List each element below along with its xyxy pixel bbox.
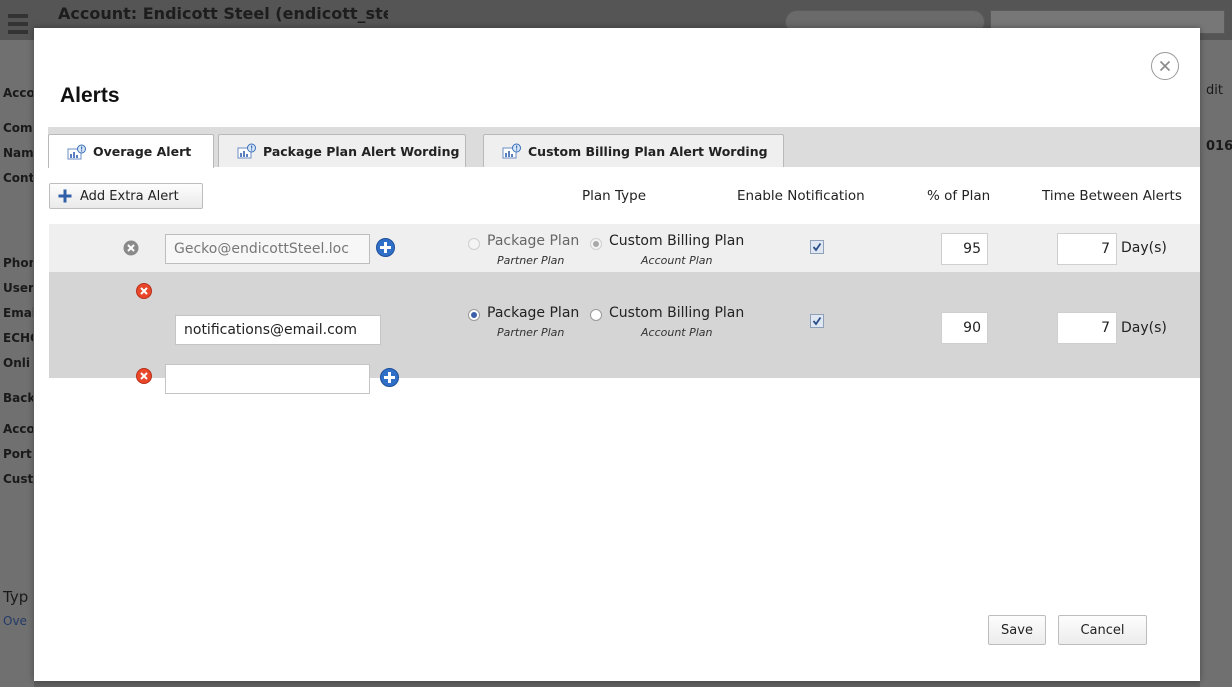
background-label: Onli (3, 356, 30, 370)
radio-label-custom-billing-plan: Custom Billing Plan (609, 305, 745, 321)
checkmark-icon (812, 316, 822, 326)
tab-package-plan-alert-wording[interactable]: Package Plan Alert Wording (218, 134, 466, 167)
delete-disabled-icon[interactable] (123, 240, 139, 256)
alert-chart-icon (237, 143, 256, 159)
background-label: Nam (3, 146, 33, 160)
alert-row: Package Plan Partner Plan Custom Billing… (49, 224, 1200, 272)
background-label: Cust (3, 472, 33, 486)
days-unit-label: Day(s) (1121, 320, 1167, 336)
delete-icon[interactable] (136, 283, 152, 299)
sub-label-account-plan: Account Plan (641, 254, 713, 267)
percent-of-plan-input[interactable] (941, 233, 988, 265)
email-input[interactable] (165, 234, 370, 264)
tab-overage-alert[interactable]: Overage Alert (48, 134, 214, 168)
radio-package-plan[interactable] (468, 238, 480, 250)
column-header-enable-notification: Enable Notification (737, 188, 865, 204)
close-icon[interactable] (1151, 52, 1179, 80)
add-circle-icon[interactable] (380, 368, 399, 387)
background-label: Ove (3, 614, 27, 628)
radio-label-package-plan: Package Plan (487, 305, 580, 321)
enable-notification-checkbox[interactable] (810, 240, 824, 254)
enable-notification-checkbox[interactable] (810, 314, 824, 328)
radio-package-plan[interactable] (468, 309, 480, 321)
background-account-title: Account: Endicott Steel (endicott_steel) (58, 4, 388, 23)
modal-title: Alerts (60, 84, 120, 107)
background-label: Acco (3, 86, 33, 100)
column-header-percent-of-plan: % of Plan (927, 188, 991, 204)
tab-label: Custom Billing Plan Alert Wording (528, 143, 768, 159)
column-header-time-between-alerts: Time Between Alerts (1042, 188, 1182, 204)
background-edit-link: dit (1206, 83, 1223, 98)
save-button[interactable]: Save (988, 615, 1046, 645)
column-header-plan-type: Plan Type (582, 188, 647, 204)
sub-label-partner-plan: Partner Plan (497, 326, 565, 339)
email-input[interactable] (175, 315, 381, 345)
alert-row: Package Plan Partner Plan Custom Billing… (49, 272, 1200, 394)
radio-custom-billing-plan[interactable] (590, 309, 602, 321)
days-between-alerts-input[interactable] (1057, 233, 1117, 265)
background-label: User (3, 281, 33, 295)
background-label: ECHO (3, 331, 33, 345)
plus-icon (58, 189, 72, 203)
tab-custom-billing-plan-alert-wording[interactable]: Custom Billing Plan Alert Wording (483, 134, 784, 167)
alert-chart-icon (502, 143, 521, 159)
background-label: Phon (3, 256, 33, 270)
days-unit-label: Day(s) (1121, 240, 1167, 256)
radio-label-custom-billing-plan: Custom Billing Plan (609, 233, 745, 249)
sub-label-account-plan: Account Plan (641, 326, 713, 339)
alert-chart-icon (67, 144, 86, 159)
alerts-modal: Alerts Overage Alert Package Plan Alert … (34, 28, 1200, 681)
add-circle-icon[interactable] (376, 238, 395, 257)
sub-label-partner-plan: Partner Plan (497, 254, 565, 267)
add-extra-alert-label: Add Extra Alert (80, 188, 179, 204)
checkmark-icon (812, 242, 822, 252)
background-right-edge (1200, 40, 1232, 687)
background-label: Port (3, 447, 32, 461)
background-label: Com (3, 121, 33, 135)
add-extra-alert-button[interactable]: Add Extra Alert (49, 183, 203, 209)
background-date-fragment: 016 (1206, 139, 1232, 154)
background-label: Acco (3, 422, 33, 436)
cancel-button[interactable]: Cancel (1058, 615, 1147, 645)
email-input[interactable] (165, 364, 370, 394)
radio-custom-billing-plan[interactable] (590, 238, 602, 250)
background-bottom-bar (34, 681, 1200, 687)
background-label: Back (3, 391, 33, 405)
delete-icon[interactable] (136, 368, 152, 384)
background-label: Cont (3, 171, 33, 185)
tab-label: Overage Alert (93, 144, 192, 159)
percent-of-plan-input[interactable] (941, 312, 988, 344)
background-label: Typ (3, 588, 29, 606)
tab-label: Package Plan Alert Wording (263, 143, 460, 159)
radio-label-package-plan: Package Plan (487, 233, 580, 249)
days-between-alerts-input[interactable] (1057, 312, 1117, 344)
background-label: Emai (3, 306, 33, 320)
